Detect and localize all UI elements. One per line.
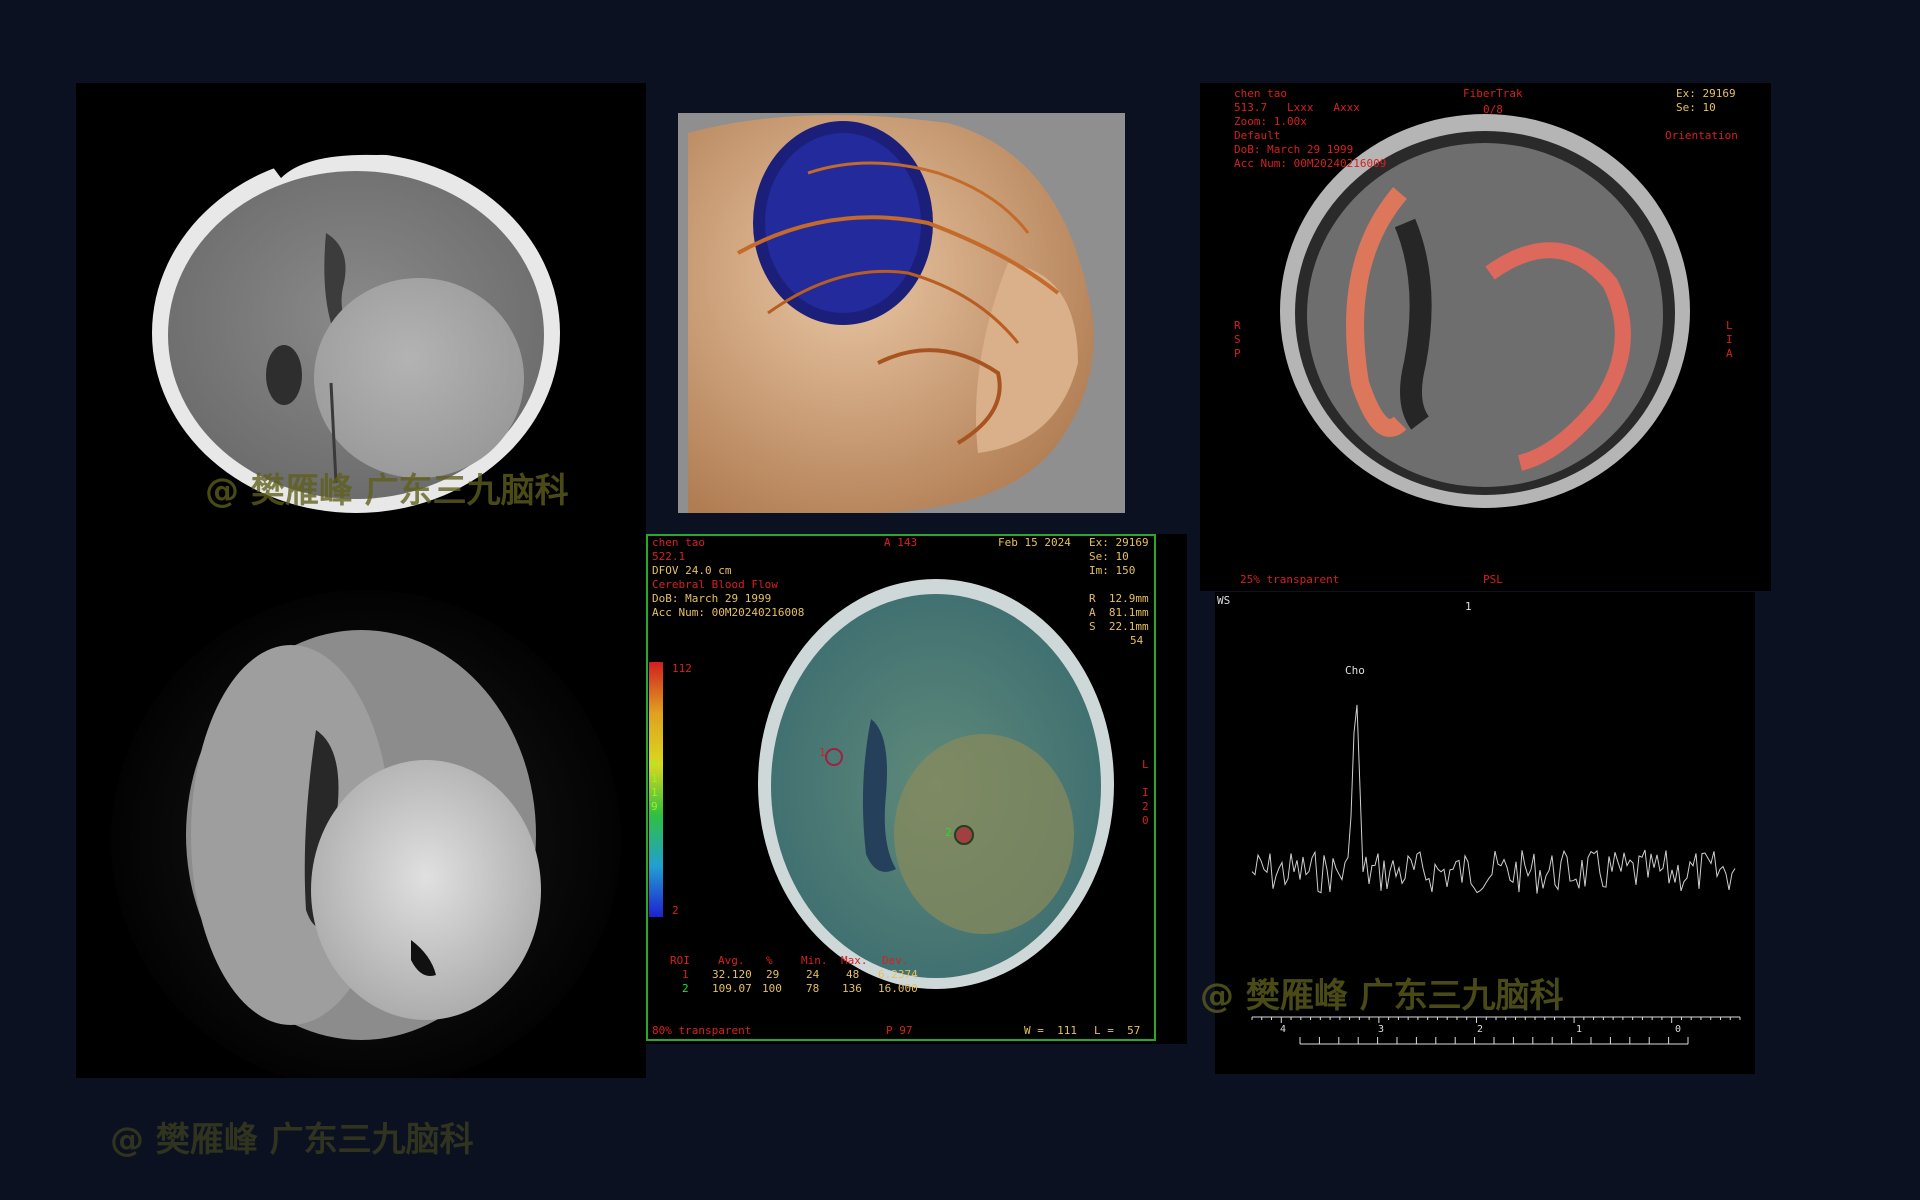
- stats-header-max: Max.: [841, 954, 868, 967]
- vr-skull-image: [678, 113, 1125, 513]
- stats-r2-min: 78: [806, 982, 820, 995]
- cbf-p-label: P 97: [886, 1024, 913, 1037]
- fiber-title: FiberTrak: [1463, 87, 1523, 100]
- fiber-ex: Ex: 29169: [1676, 87, 1736, 100]
- fiber-line2: 513.7 Lxxx Axxx: [1234, 101, 1360, 114]
- cbf-acc: Acc Num: 00M20240216008: [652, 606, 805, 619]
- cbf-transparency: 80% transparent: [652, 1024, 752, 1037]
- stats-r2-avg: 109.07: [712, 982, 752, 995]
- cbf-ex: Ex: 29169: [1089, 536, 1149, 549]
- cbf-map-image: chen tao 522.1 DFOV 24.0 cm Cerebral Blo…: [646, 534, 1187, 1044]
- cbf-dfov: DFOV 24.0 cm: [652, 564, 732, 577]
- stats-r1-min: 24: [806, 968, 820, 981]
- fiber-orientation: Orientation: [1665, 129, 1738, 142]
- stats-header-roi: ROI: [670, 954, 690, 967]
- dwi-axial-image: [76, 580, 646, 1078]
- fiber-left-marker: R S P: [1234, 319, 1241, 360]
- watermark-bottom: @ 樊雁峰 广东三九脑科: [110, 1120, 474, 1160]
- stats-r1-max: 48: [846, 968, 860, 981]
- spectrum-tick-label-1: 1: [1576, 1024, 1582, 1035]
- spectrum-tick-label-3: 3: [1378, 1024, 1384, 1035]
- stats-r2-roi: 2: [682, 982, 689, 995]
- fiber-zoom: Zoom: 1.00x: [1234, 115, 1307, 128]
- fiber-patient: chen tao: [1234, 87, 1287, 100]
- cbf-roi2-label: 2: [945, 826, 952, 839]
- fiber-preset: Default: [1234, 129, 1281, 142]
- cbf-slice-label: A 143: [884, 536, 918, 549]
- cbf-coord-a: A 81.1mm: [1089, 606, 1149, 619]
- stats-header-dev: Dev.: [882, 954, 909, 967]
- cbf-se: Se: 10: [1089, 550, 1129, 563]
- cbf-im: Im: 150: [1089, 564, 1136, 577]
- cbf-scale-min: 2: [672, 904, 679, 917]
- cbf-date: Feb 15 2024: [998, 536, 1071, 549]
- cbf-line2: 522.1: [652, 550, 686, 563]
- spectrum-line: [1251, 704, 1736, 894]
- spectrum-tick-label-0: 0: [1675, 1024, 1681, 1035]
- stats-r1-avg: 32.120: [712, 968, 752, 981]
- fiber-se: Se: 10: [1676, 101, 1716, 114]
- cbf-scale-max: 112: [672, 662, 692, 675]
- fiber-dob: DoB: March 29 1999: [1234, 143, 1354, 156]
- stats-r2-pct: 100: [762, 982, 782, 995]
- cbf-right-marker: L I 2 0: [1142, 758, 1149, 827]
- cbf-patient: chen tao: [652, 536, 705, 549]
- stats-r1-pct: 29: [766, 968, 780, 981]
- cbf-dob: DoB: March 29 1999: [652, 592, 772, 605]
- fiber-transparency: 25% transparent: [1240, 573, 1340, 586]
- cbf-coord-r: R 12.9mm: [1089, 592, 1149, 605]
- cbf-slice-num: 54: [1130, 634, 1144, 647]
- stats-header-avg: Avg.: [718, 954, 745, 967]
- cbf-roi1-label: 1: [819, 746, 826, 759]
- watermark-spectrum: @ 樊雁峰 广东三九脑科: [1200, 976, 1564, 1016]
- spectrum-tick-label-4: 4: [1280, 1024, 1286, 1035]
- fiber-plane: PSL: [1483, 573, 1503, 586]
- cbf-window: W = 111: [1024, 1024, 1077, 1037]
- cbf-map-name: Cerebral Blood Flow: [652, 578, 778, 591]
- fiber-counter: 0/8: [1483, 103, 1503, 116]
- fiber-right-marker: L I A: [1726, 319, 1733, 360]
- stats-r2-max: 136: [842, 982, 862, 995]
- watermark-ct: @ 樊雁峰 广东三九脑科: [205, 471, 569, 511]
- cbf-level: L = 57: [1094, 1024, 1141, 1037]
- fibertrak-image: chen tao 513.7 Lxxx Axxx Zoom: 1.00x Def…: [1200, 83, 1771, 591]
- cbf-scale-mid: R 1 1 9: [651, 758, 658, 813]
- stats-header-pct: %: [766, 954, 773, 967]
- stats-header-min: Min.: [801, 954, 828, 967]
- stats-r2-dev: 16.000: [878, 982, 918, 995]
- fiber-acc: Acc Num: 00M20240216009: [1234, 157, 1387, 170]
- spectrum-tick-label-2: 2: [1477, 1024, 1483, 1035]
- cbf-coord-s: S 22.1mm: [1089, 620, 1149, 633]
- stats-r1-roi: 1: [682, 968, 689, 981]
- stats-r1-dev: 6.2374: [878, 968, 918, 981]
